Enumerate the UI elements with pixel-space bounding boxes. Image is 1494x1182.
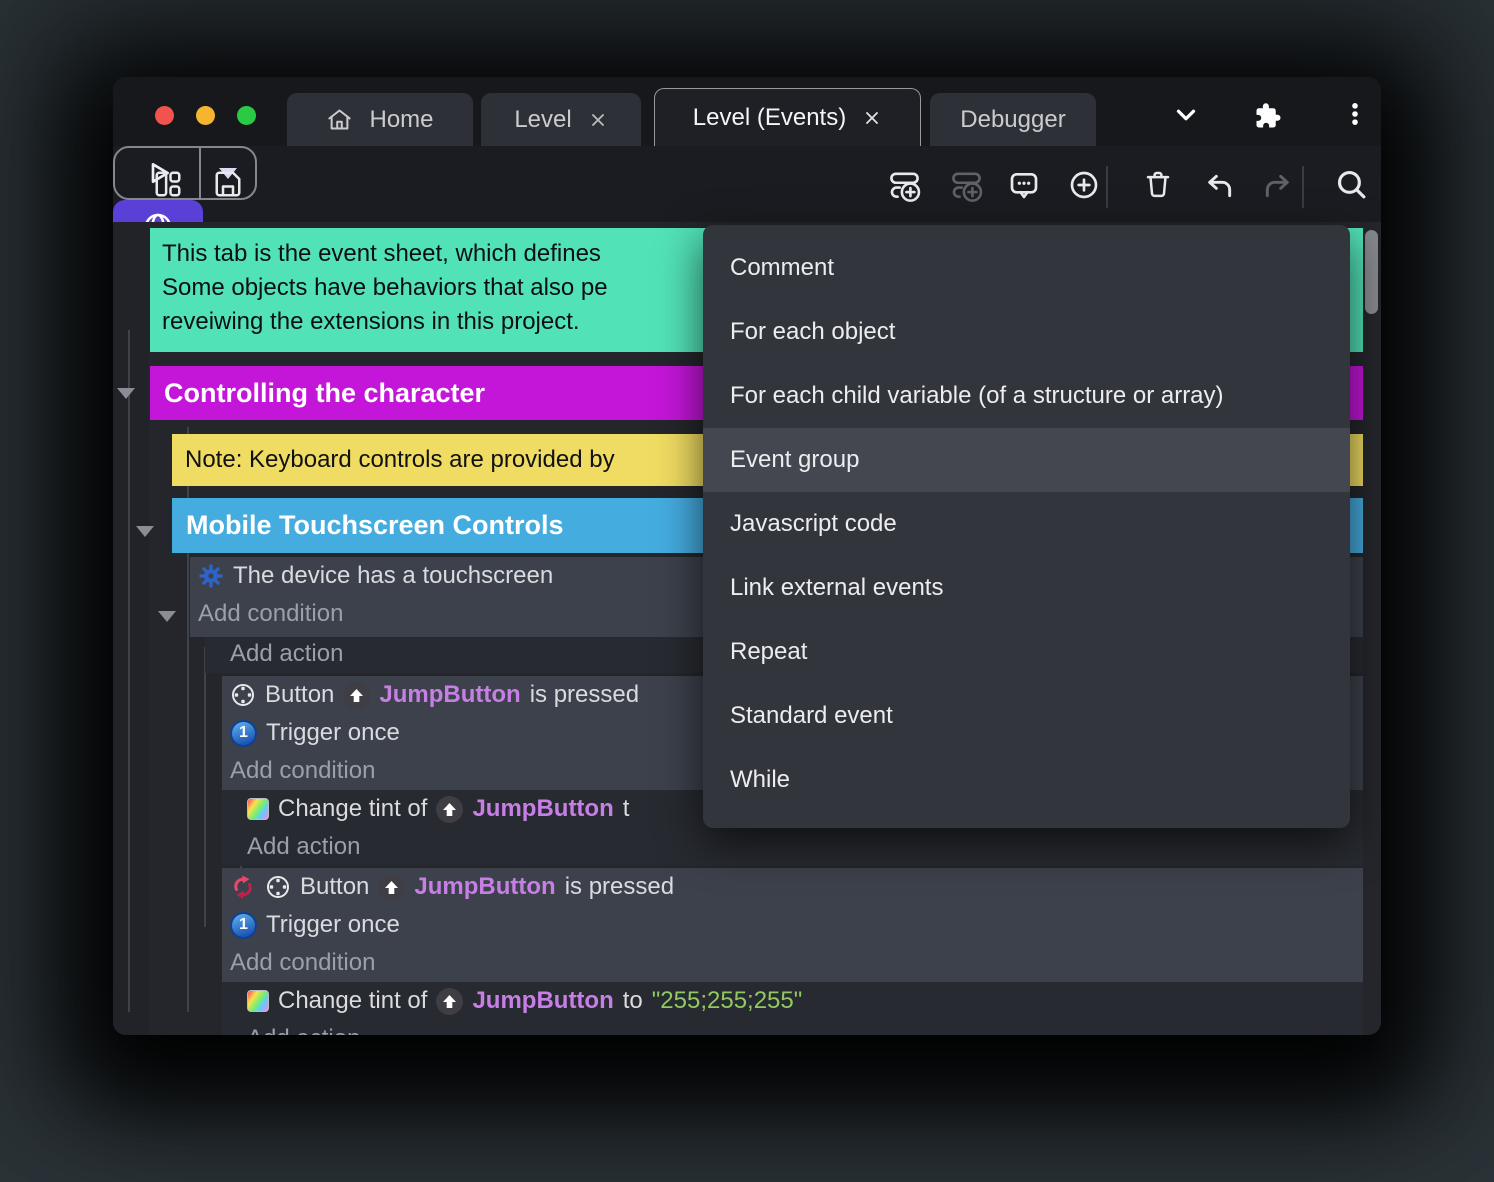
trigger-once-icon: 1 — [230, 719, 257, 747]
condition-row-trigger-once[interactable]: 1 Trigger once — [222, 906, 1363, 944]
tab-debugger[interactable]: Debugger — [930, 93, 1096, 146]
add-action-link[interactable]: Add action — [222, 1020, 1363, 1035]
tab-home[interactable]: Home — [287, 93, 473, 146]
trash-icon[interactable] — [1143, 169, 1173, 199]
action-text: Change tint of — [278, 987, 428, 1014]
tab-close-icon[interactable] — [588, 110, 608, 130]
condition-text: is pressed — [529, 681, 640, 708]
object-name: JumpButton — [472, 987, 614, 1014]
button-control-icon — [265, 874, 291, 900]
tab-level[interactable]: Level — [481, 93, 641, 146]
add-circle-icon[interactable] — [1068, 169, 1100, 201]
add-action-link[interactable]: Add action — [222, 828, 1363, 866]
search-icon[interactable] — [1335, 168, 1368, 201]
collapse-arrow-icon[interactable] — [117, 388, 135, 399]
menu-item-link-external-events[interactable]: Link external events — [703, 556, 1350, 620]
collapse-arrow-icon[interactable] — [158, 611, 176, 622]
home-icon — [326, 106, 353, 133]
minimize-window-button[interactable] — [196, 106, 215, 125]
tab-label: Level — [514, 105, 572, 133]
close-window-button[interactable] — [155, 106, 174, 125]
condition-row-button-pressed-inverted[interactable]: Button JumpButton is pressed — [222, 868, 1363, 906]
action-text: to — [622, 987, 643, 1014]
save-icon[interactable] — [213, 169, 243, 199]
object-name: JumpButton — [379, 681, 521, 708]
indent-guide — [204, 647, 206, 927]
menu-item-for-each-object[interactable]: For each object — [703, 300, 1350, 364]
condition-text: Button — [300, 873, 370, 900]
toolbar — [113, 146, 1381, 254]
more-menu-kebab-icon[interactable] — [1341, 100, 1369, 128]
add-event-context-menu: Comment For each object For each child v… — [703, 225, 1350, 828]
subevent-conditions: Button JumpButton is pressed 1 Trigger o… — [222, 868, 1363, 982]
extensions-puzzle-icon[interactable] — [1253, 100, 1283, 130]
object-thumbnail-arrow-icon — [378, 873, 406, 901]
redo-icon[interactable] — [1262, 169, 1294, 201]
zoom-window-button[interactable] — [237, 106, 256, 125]
string-value: "255;255;255" — [651, 987, 803, 1014]
menu-item-while[interactable]: While — [703, 748, 1350, 812]
add-event-icon[interactable] — [888, 169, 921, 202]
scrollbar-thumb[interactable] — [1365, 230, 1378, 314]
add-comment-icon[interactable] — [1008, 169, 1040, 201]
add-subevent-icon[interactable] — [950, 169, 983, 202]
menu-item-standard-event[interactable]: Standard event — [703, 684, 1350, 748]
tab-label: Home — [369, 105, 434, 133]
event-sheet-margin — [113, 222, 149, 1035]
tab-level-events-active[interactable]: Level (Events) — [654, 88, 921, 146]
menu-item-javascript-code[interactable]: Javascript code — [703, 492, 1350, 556]
tab-close-icon[interactable] — [862, 108, 882, 128]
note-text: Note: Keyboard controls are provided by — [185, 446, 615, 473]
condition-text: The device has a touchscreen — [233, 562, 554, 589]
tint-color-icon — [247, 990, 269, 1012]
condition-text: Button — [265, 681, 335, 708]
app-window: Home Level Level (Events) Debugger This … — [113, 77, 1381, 1035]
tab-label: Debugger — [960, 105, 1066, 133]
condition-text: Trigger once — [266, 719, 400, 746]
add-condition-link[interactable]: Add condition — [222, 944, 1363, 982]
object-thumbnail-arrow-icon — [343, 681, 371, 709]
object-name: JumpButton — [414, 873, 556, 900]
menu-item-event-group[interactable]: Event group — [703, 428, 1350, 492]
action-row-change-tint[interactable]: Change tint of JumpButton to "255;255;25… — [222, 982, 1363, 1020]
object-thumbnail-arrow-icon — [436, 987, 464, 1015]
undo-icon[interactable] — [1203, 169, 1235, 201]
tab-label: Level (Events) — [692, 103, 847, 131]
divider — [1302, 166, 1304, 208]
action-text: t — [622, 795, 630, 822]
menu-item-repeat[interactable]: Repeat — [703, 620, 1350, 684]
tint-color-icon — [247, 798, 269, 820]
window-controls — [155, 106, 256, 125]
divider — [1106, 166, 1108, 208]
menu-item-for-each-child-variable[interactable]: For each child variable (of a structure … — [703, 364, 1350, 428]
object-name: JumpButton — [472, 795, 614, 822]
layout-dashboard-icon[interactable] — [153, 169, 183, 199]
menu-item-comment[interactable]: Comment — [703, 236, 1350, 300]
button-control-icon — [230, 682, 256, 708]
gear-icon — [198, 563, 224, 589]
chevron-down-icon[interactable] — [1171, 100, 1201, 130]
inverted-condition-icon — [230, 874, 256, 900]
trigger-once-icon: 1 — [230, 911, 257, 939]
condition-text: is pressed — [564, 873, 675, 900]
indent-guide — [128, 330, 130, 1012]
condition-text: Trigger once — [266, 911, 400, 938]
title-bar: Home Level Level (Events) Debugger — [113, 77, 1381, 146]
object-thumbnail-arrow-icon — [436, 795, 464, 823]
collapse-arrow-icon[interactable] — [136, 526, 154, 537]
subevent-actions: Change tint of JumpButton to "255;255;25… — [222, 982, 1363, 1035]
action-text: Change tint of — [278, 795, 428, 822]
